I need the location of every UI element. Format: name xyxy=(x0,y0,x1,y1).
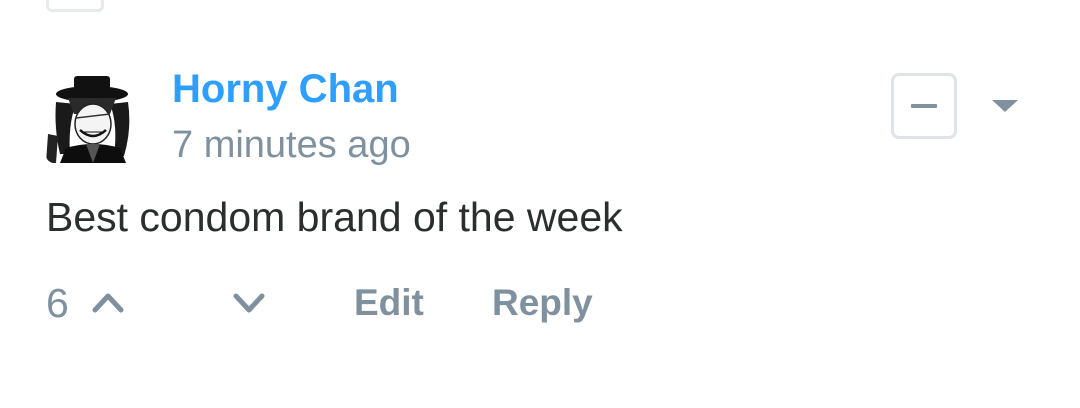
author-name[interactable]: Horny Chan xyxy=(172,66,399,112)
vote-count: 6 xyxy=(46,280,69,326)
chevron-up-icon[interactable] xyxy=(91,290,125,314)
previous-comment-edge xyxy=(46,0,104,12)
chevron-down-icon[interactable] xyxy=(232,292,266,316)
comment-page: Horny Chan 7 minutes ago Best condom bra… xyxy=(0,0,1080,408)
comment-message: Best condom brand of the week xyxy=(46,194,623,240)
caret-down-icon[interactable] xyxy=(990,98,1020,114)
avatar-image xyxy=(46,74,135,163)
comment-timestamp[interactable]: 7 minutes ago xyxy=(172,122,411,168)
comment-footer: 6 Edit Reply xyxy=(46,278,746,328)
minus-icon xyxy=(911,104,937,108)
edit-button[interactable]: Edit xyxy=(354,278,424,328)
avatar[interactable] xyxy=(46,74,135,163)
collapse-button[interactable] xyxy=(891,73,957,139)
reply-button[interactable]: Reply xyxy=(492,278,593,328)
